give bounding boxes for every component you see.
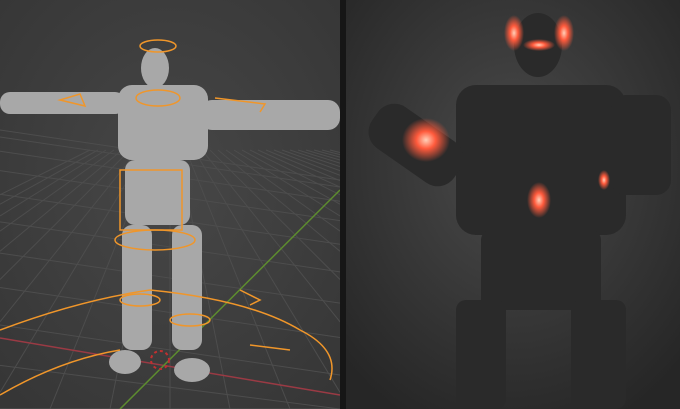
viewport-rig-panel[interactable] xyxy=(0,0,340,409)
viewport-canvas[interactable] xyxy=(0,0,340,409)
rendered-view-panel xyxy=(346,0,680,409)
render-canvas xyxy=(346,0,680,409)
